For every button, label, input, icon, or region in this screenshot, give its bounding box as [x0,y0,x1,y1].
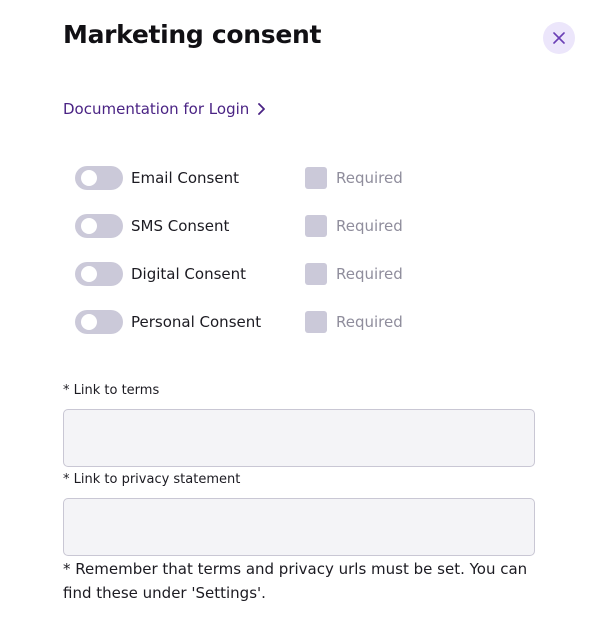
privacy-link-label: * Link to privacy statement [63,472,241,487]
email-required-checkbox[interactable] [305,167,327,189]
chevron-right-icon [257,103,266,115]
consent-row-personal: Personal Consent Required [75,310,435,334]
consent-label: Personal Consent [131,313,262,331]
consent-row-email: Email Consent Required [75,166,435,190]
terms-link-input[interactable] [63,409,535,467]
consent-label: Email Consent [131,169,239,187]
documentation-link-label: Documentation for Login [63,100,250,118]
toggle-knob [81,218,97,234]
toggle-knob [81,314,97,330]
settings-note: * Remember that terms and privacy urls m… [63,560,528,602]
consent-row-digital: Digital Consent Required [75,262,435,286]
required-label: Required [336,217,403,235]
required-label: Required [336,265,403,283]
digital-consent-toggle[interactable] [75,262,123,286]
documentation-link[interactable]: Documentation for Login [63,100,266,118]
close-icon [553,32,565,44]
toggle-knob [81,170,97,186]
consent-label: SMS Consent [131,217,230,235]
toggle-knob [81,266,97,282]
personal-required-checkbox[interactable] [305,311,327,333]
email-consent-toggle[interactable] [75,166,123,190]
privacy-link-input[interactable] [63,498,535,556]
personal-consent-toggle[interactable] [75,310,123,334]
sms-consent-toggle[interactable] [75,214,123,238]
terms-link-label: * Link to terms [63,383,160,398]
required-label: Required [336,169,403,187]
consent-row-sms: SMS Consent Required [75,214,435,238]
required-label: Required [336,313,403,331]
digital-required-checkbox[interactable] [305,263,327,285]
sms-required-checkbox[interactable] [305,215,327,237]
dialog-title: Marketing consent [63,20,322,49]
consent-label: Digital Consent [131,265,247,283]
close-button[interactable] [543,22,575,54]
